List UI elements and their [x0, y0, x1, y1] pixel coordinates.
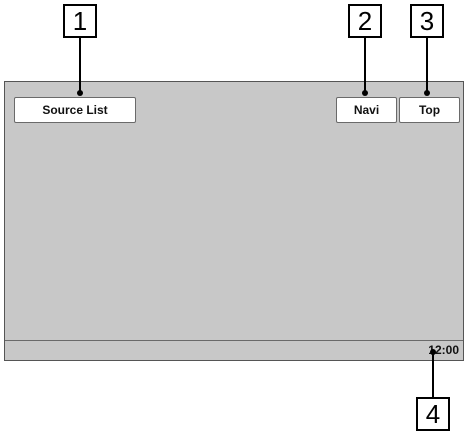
- source-list-button[interactable]: Source List: [14, 97, 136, 123]
- navi-button[interactable]: Navi: [336, 97, 397, 123]
- top-button[interactable]: Top: [399, 97, 460, 123]
- callout-4-leader-line: [432, 352, 434, 397]
- callout-4: 4: [416, 397, 450, 431]
- callout-2-leader-line: [364, 38, 366, 92]
- callout-1: 1: [63, 4, 97, 38]
- callout-3: 3: [410, 4, 444, 38]
- callout-4-anchor-dot: [430, 349, 436, 355]
- callout-1-leader-line: [79, 38, 81, 92]
- callout-2-anchor-dot: [362, 90, 368, 96]
- callout-2: 2: [348, 4, 382, 38]
- status-bar: 12:00: [5, 340, 463, 360]
- callout-3-leader-line: [426, 38, 428, 92]
- display-screen: Source List Navi Top 12:00: [4, 81, 464, 361]
- callout-1-anchor-dot: [77, 90, 83, 96]
- callout-3-anchor-dot: [424, 90, 430, 96]
